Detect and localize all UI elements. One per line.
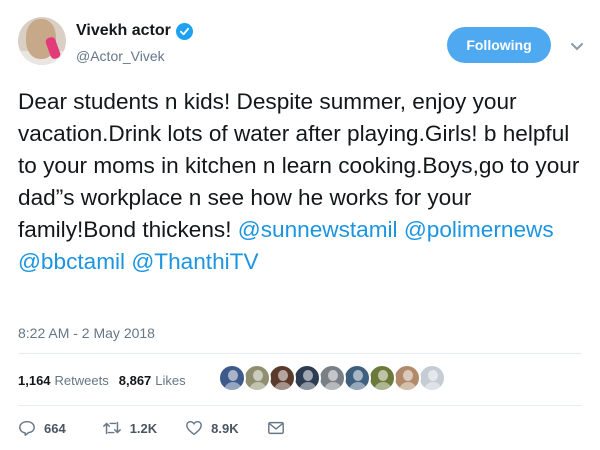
avatar-icon[interactable] (318, 364, 346, 392)
retweets-count[interactable]: 1,164 (18, 373, 51, 388)
avatar-icon[interactable] (268, 364, 296, 392)
avatar-icon[interactable] (293, 364, 321, 392)
author-handle[interactable]: @Actor_Vivek (76, 48, 165, 64)
retweets-label[interactable]: Retweets (55, 373, 109, 388)
like-button[interactable]: 8.9K (185, 419, 239, 437)
likes-label[interactable]: Likes (155, 373, 185, 388)
mention-link[interactable]: @ThanthiTV (131, 249, 258, 274)
mention-link[interactable]: @bbctamil (18, 249, 125, 274)
author-avatar[interactable] (18, 17, 66, 65)
reply-button[interactable]: 664 (18, 419, 66, 437)
avatar-icon[interactable] (218, 364, 246, 392)
avatar-icon[interactable] (243, 364, 271, 392)
reply-icon (19, 420, 35, 436)
following-button[interactable]: Following (447, 27, 551, 63)
mention-link[interactable]: @sunnewstamil (238, 217, 398, 242)
tweet-card: Vivekh actor @Actor_Vivek Following Dear… (0, 0, 600, 450)
engagement-stats: 1,164 Retweets 8,867 Likes (18, 370, 186, 390)
envelope-icon (267, 421, 284, 435)
heart-icon (186, 420, 203, 436)
verified-badge-icon (175, 22, 193, 40)
retweet-icon (102, 421, 121, 435)
liker-avatars (218, 364, 446, 394)
reply-count: 664 (44, 420, 66, 436)
tweet-timestamp[interactable]: 8:22 AM - 2 May 2018 (18, 325, 155, 341)
tweet-text: Dear students n kids! Despite summer, en… (18, 86, 588, 278)
divider (18, 353, 582, 354)
avatar-icon[interactable] (368, 364, 396, 392)
retweet-count: 1.2K (129, 420, 158, 436)
tweet-actions: 664 1.2K 8.9K (18, 417, 285, 439)
avatar-icon[interactable] (418, 364, 446, 392)
retweet-button[interactable]: 1.2K (102, 419, 157, 437)
like-count: 8.9K (211, 420, 239, 436)
avatar-icon[interactable] (393, 364, 421, 392)
direct-message-button[interactable] (267, 420, 285, 436)
chevron-down-icon[interactable] (567, 37, 587, 57)
mention-link[interactable]: @polimernews (404, 217, 554, 242)
author-display-name[interactable]: Vivekh actor (76, 22, 171, 40)
avatar-icon[interactable] (343, 364, 371, 392)
likes-count[interactable]: 8,867 (119, 373, 152, 388)
divider (18, 405, 582, 406)
author-name-row[interactable]: Vivekh actor (76, 20, 193, 42)
